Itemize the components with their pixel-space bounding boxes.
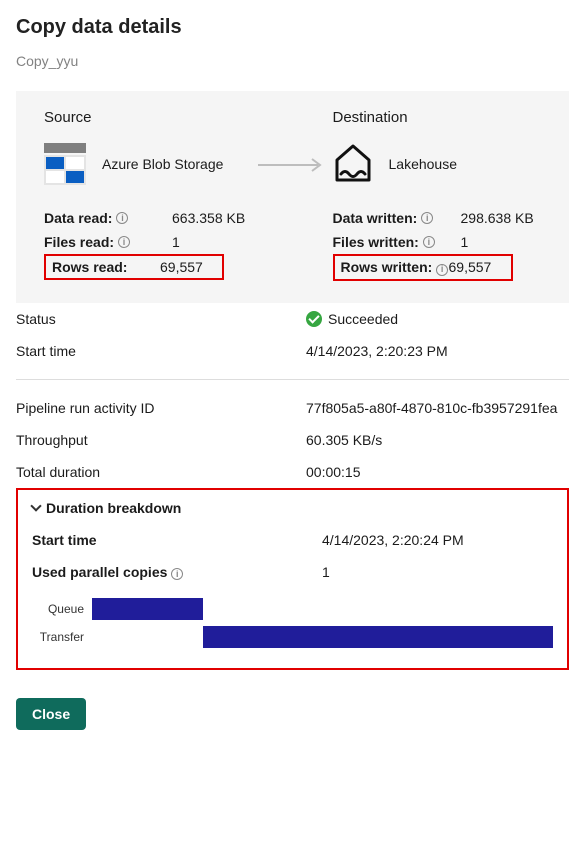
data-read-label: Data read: i [44,210,172,226]
destination-column: Destination Lakehouse [333,109,542,188]
files-read-value: 1 [172,234,180,250]
rows-written-label: Rows written: i [341,259,449,276]
breakdown-start-time-label: Start time [32,532,322,548]
info-icon[interactable]: i [436,264,448,276]
page-title: Copy data details [16,16,569,39]
info-icon[interactable]: i [421,212,433,224]
rows-written-value: 69,557 [449,259,492,275]
source-destination-panel: Source Azure Blob Storage [16,91,569,303]
data-written-value: 298.638 KB [461,210,534,226]
parallel-copies-value: 1 [322,564,553,581]
arrow-icon [253,109,333,188]
info-icon[interactable]: i [423,236,435,248]
data-written-label: Data written: i [333,210,461,226]
destination-heading: Destination [333,109,542,126]
info-icon[interactable]: i [118,236,130,248]
rows-read-highlight: Rows read: 69,557 [44,254,224,280]
transfer-bar-fill [203,626,553,648]
chevron-down-icon [30,500,41,511]
throughput-value: 60.305 KB/s [306,432,569,448]
parallel-copies-label: Used parallel copies i [32,564,322,581]
lakehouse-icon [333,142,373,187]
status-label: Status [16,311,306,327]
source-column: Source Azure Blob Storage [44,109,253,188]
files-written-value: 1 [461,234,469,250]
data-read-value: 663.358 KB [172,210,245,226]
breakdown-start-time-value: 4/14/2023, 2:20:24 PM [322,532,553,548]
info-icon[interactable]: i [116,212,128,224]
info-icon[interactable]: i [171,568,183,580]
duration-breakdown-toggle[interactable]: Duration breakdown [32,500,553,516]
close-button[interactable]: Close [16,698,86,730]
status-value: Succeeded [328,311,398,327]
total-duration-value: 00:00:15 [306,464,569,480]
source-heading: Source [44,109,253,126]
duration-bars-chart: Queue Transfer [32,598,553,648]
queue-bar-label: Queue [32,602,92,616]
duration-breakdown-panel: Duration breakdown Start time 4/14/2023,… [16,488,569,671]
start-time-value: 4/14/2023, 2:20:23 PM [306,343,569,359]
azure-blob-storage-icon [44,143,86,185]
files-written-label: Files written: i [333,234,461,250]
start-time-label: Start time [16,343,306,359]
source-type-label: Azure Blob Storage [102,156,223,172]
destination-type-label: Lakehouse [389,156,458,172]
activity-id-value: 77f805a5-a80f-4870-810c-fb3957291fea [306,400,569,416]
success-icon [306,311,322,327]
rows-read-value: 69,557 [160,259,203,275]
files-read-label: Files read: i [44,234,172,250]
source-stats: Data read: i 663.358 KB Files read: i 1 … [44,206,253,281]
queue-bar-fill [92,598,203,620]
transfer-bar-label: Transfer [32,630,92,644]
destination-stats: Data written: i 298.638 KB Files written… [333,206,542,281]
activity-id-label: Pipeline run activity ID [16,400,306,416]
divider [16,379,569,380]
rows-written-highlight: Rows written: i 69,557 [333,254,513,281]
activity-name: Copy_yyu [16,53,569,69]
throughput-label: Throughput [16,432,306,448]
total-duration-label: Total duration [16,464,306,480]
rows-read-label: Rows read: [52,259,160,275]
